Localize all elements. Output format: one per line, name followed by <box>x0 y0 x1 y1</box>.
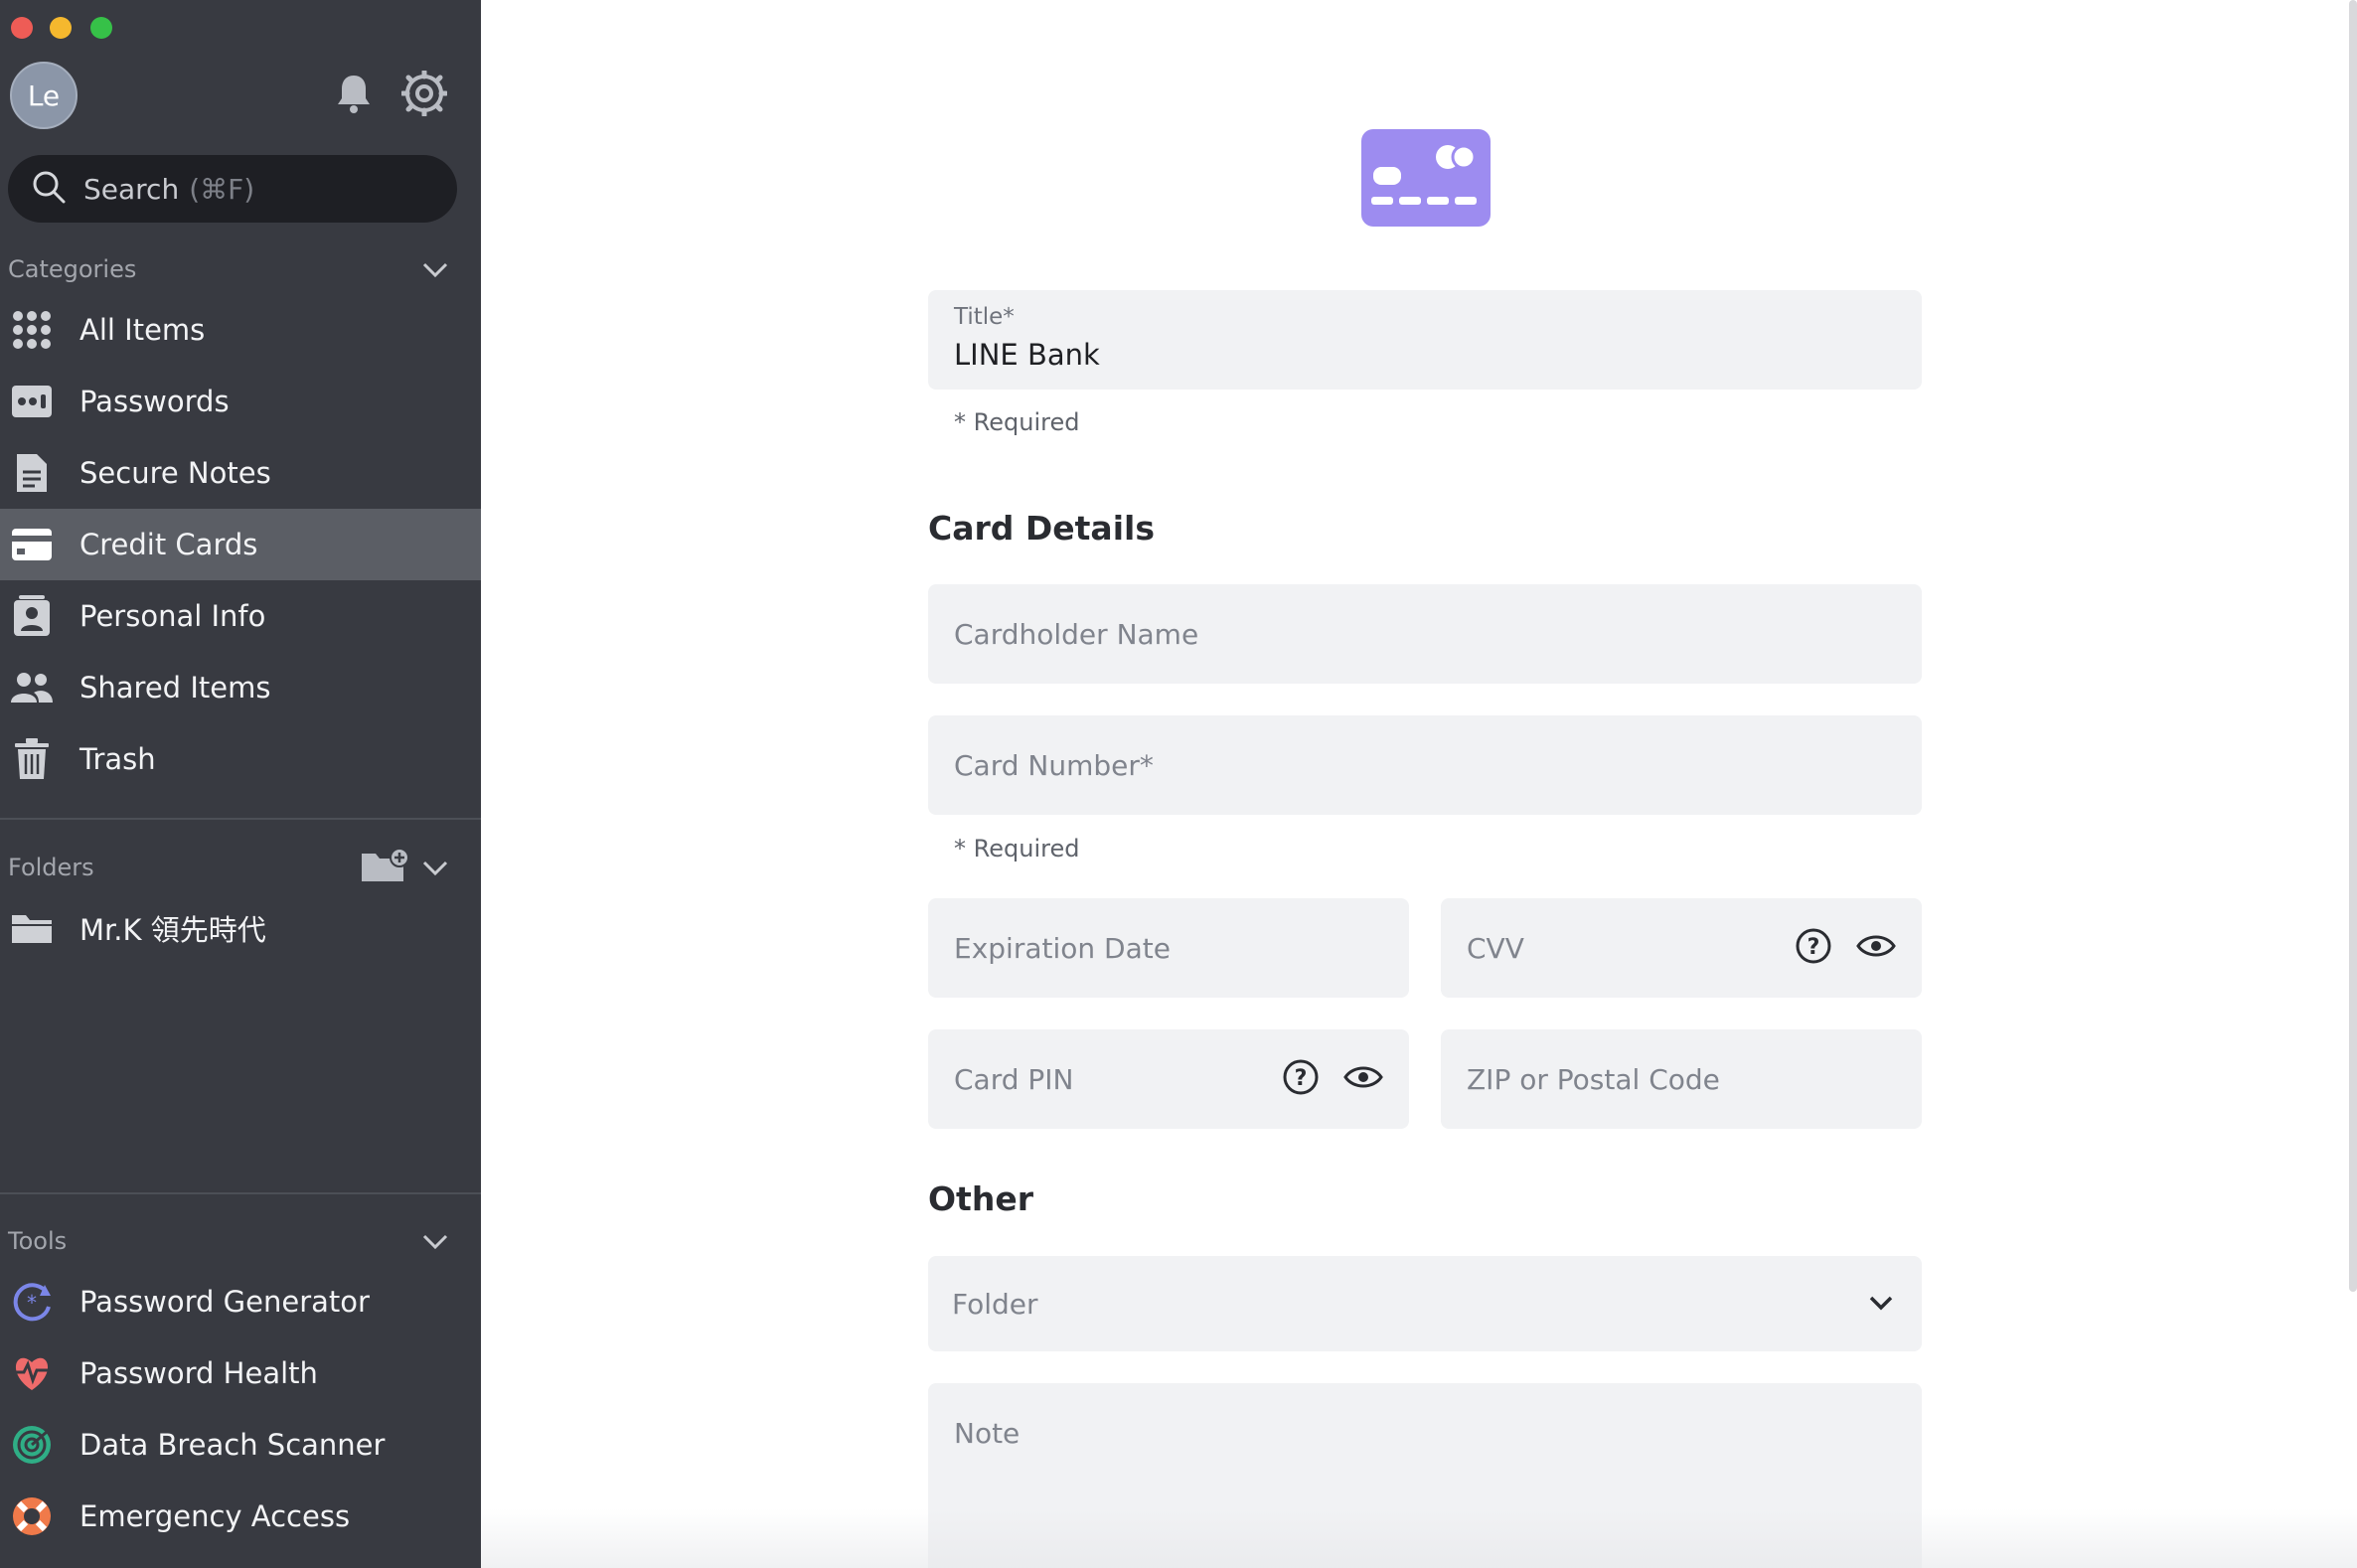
card-number-placeholder: Card Number* <box>954 749 1154 782</box>
item-editor: Title* LINE Bank * Required Card Details… <box>481 0 2357 1568</box>
card-pin-placeholder: Card PIN <box>954 1063 1074 1096</box>
sidebar-item-password-generator[interactable]: * Password Generator <box>0 1266 481 1337</box>
sidebar-item-label: Data Breach Scanner <box>79 1428 386 1462</box>
card-number-required-hint: * Required <box>954 835 1080 862</box>
settings-gear-icon[interactable] <box>400 70 448 117</box>
sidebar-item-label: Mr.K 領先時代 <box>79 913 266 947</box>
card-details-heading: Card Details <box>928 509 1155 548</box>
folder-icon <box>10 906 54 950</box>
avatar-initials: Le <box>27 78 61 112</box>
zoom-window-button[interactable] <box>90 17 112 39</box>
scrollbar[interactable] <box>2349 0 2357 1292</box>
other-heading: Other <box>928 1179 1033 1218</box>
lifebuoy-icon <box>10 1494 54 1538</box>
sidebar: Le Search (⌘F) Categories All Items Pass… <box>0 0 481 1568</box>
sidebar-item-all-items[interactable]: All Items <box>0 294 481 366</box>
search-shortcut: (⌘F) <box>189 172 255 206</box>
cardholder-name-placeholder: Cardholder Name <box>954 618 1199 651</box>
sidebar-item-secure-notes[interactable]: Secure Notes <box>0 437 481 509</box>
note-placeholder: Note <box>954 1417 1021 1450</box>
eye-icon[interactable] <box>1343 1064 1383 1094</box>
app-window: Le Search (⌘F) Categories All Items Pass… <box>0 0 2357 1568</box>
sidebar-item-emergency-access[interactable]: Emergency Access <box>0 1481 481 1552</box>
chevron-down-icon[interactable] <box>419 852 451 889</box>
minimize-window-button[interactable] <box>50 17 72 39</box>
bell-icon[interactable] <box>330 70 378 117</box>
generator-icon: * <box>10 1280 54 1324</box>
title-field[interactable]: Title* LINE Bank <box>928 290 1922 390</box>
contact-card-icon <box>10 594 54 638</box>
sidebar-item-passwords[interactable]: Passwords <box>0 366 481 437</box>
folders-header-label: Folders <box>8 854 94 881</box>
folder-select[interactable]: Folder <box>928 1256 1922 1351</box>
sidebar-item-trash[interactable]: Trash <box>0 723 481 795</box>
sidebar-item-shared-items[interactable]: Shared Items <box>0 652 481 723</box>
sidebar-item-label: All Items <box>79 313 206 347</box>
tools-header-label: Tools <box>8 1227 68 1255</box>
cvv-placeholder: CVV <box>1467 932 1524 965</box>
sidebar-item-label: Password Generator <box>79 1285 370 1319</box>
help-question-icon[interactable]: ? <box>1795 927 1832 969</box>
close-window-button[interactable] <box>11 17 33 39</box>
add-folder-icon[interactable] <box>360 846 409 891</box>
title-required-hint: * Required <box>954 408 1080 436</box>
chevron-down-icon[interactable] <box>419 1225 451 1263</box>
card-pin-field[interactable]: Card PIN ? <box>928 1029 1409 1129</box>
grid-icon <box>10 308 54 352</box>
sidebar-item-label: Password Health <box>79 1356 318 1390</box>
sidebar-divider <box>0 818 481 820</box>
sidebar-item-password-health[interactable]: Password Health <box>0 1337 481 1409</box>
credit-card-icon <box>10 523 54 566</box>
password-card-icon <box>10 380 54 423</box>
zip-postal-code-field[interactable]: ZIP or Postal Code <box>1441 1029 1922 1129</box>
avatar[interactable]: Le <box>10 62 78 129</box>
sidebar-item-label: Personal Info <box>79 599 266 633</box>
folders-header[interactable]: Folders <box>8 848 465 887</box>
sidebar-item-data-breach-scanner[interactable]: Data Breach Scanner <box>0 1409 481 1481</box>
sidebar-item-label: Credit Cards <box>79 528 258 561</box>
sidebar-item-label: Passwords <box>79 385 230 418</box>
expiration-date-placeholder: Expiration Date <box>954 932 1171 965</box>
title-label: Title* <box>954 304 1015 330</box>
categories-header[interactable]: Categories <box>8 249 465 289</box>
help-question-icon[interactable]: ? <box>1282 1058 1320 1100</box>
sidebar-item-label: Trash <box>79 742 156 776</box>
heart-pulse-icon <box>10 1351 54 1395</box>
eye-icon[interactable] <box>1856 933 1896 963</box>
cardholder-name-field[interactable]: Cardholder Name <box>928 584 1922 684</box>
sidebar-item-label: Emergency Access <box>79 1499 351 1533</box>
search-icon <box>32 170 66 208</box>
chevron-down-icon[interactable] <box>419 253 451 291</box>
sidebar-item-label: Secure Notes <box>79 456 271 490</box>
categories-header-label: Categories <box>8 255 137 283</box>
title-value: LINE Bank <box>954 338 1100 372</box>
svg-text:*: * <box>27 1291 37 1315</box>
sidebar-item-credit-cards[interactable]: Credit Cards <box>0 509 481 580</box>
note-textarea[interactable]: Note <box>928 1383 1922 1568</box>
sidebar-item-folder-mrk[interactable]: Mr.K 領先時代 <box>0 892 481 964</box>
search-placeholder: Search <box>83 172 180 206</box>
zip-placeholder: ZIP or Postal Code <box>1467 1063 1720 1096</box>
card-number-field[interactable]: Card Number* <box>928 715 1922 815</box>
sidebar-divider <box>0 1192 481 1194</box>
chevron-down-icon <box>1866 1288 1896 1322</box>
svg-text:?: ? <box>1295 1066 1308 1091</box>
expiration-date-field[interactable]: Expiration Date <box>928 898 1409 998</box>
tools-header[interactable]: Tools <box>8 1221 465 1261</box>
note-icon <box>10 451 54 495</box>
svg-text:?: ? <box>1807 935 1820 960</box>
radar-icon <box>10 1423 54 1467</box>
trash-icon <box>10 737 54 781</box>
sidebar-item-label: Shared Items <box>79 671 271 705</box>
credit-card-icon <box>1361 129 1491 227</box>
people-icon <box>10 666 54 709</box>
cvv-field[interactable]: CVV ? <box>1441 898 1922 998</box>
search-input[interactable]: Search (⌘F) <box>8 155 457 223</box>
folder-select-value: Folder <box>952 1288 1038 1321</box>
sidebar-item-personal-info[interactable]: Personal Info <box>0 580 481 652</box>
